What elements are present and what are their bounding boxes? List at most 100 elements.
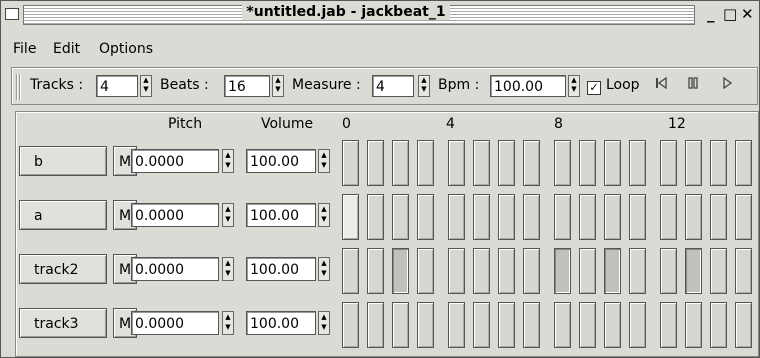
beat-step-15[interactable]: [735, 302, 752, 348]
beat-step-2[interactable]: [392, 248, 409, 294]
beat-step-10[interactable]: [604, 248, 621, 294]
beat-step-13[interactable]: [685, 302, 702, 348]
loop-checkbox[interactable]: ✓: [587, 81, 601, 95]
pitch-spinner[interactable]: ▲ ▼: [222, 203, 234, 227]
bpm-spinner[interactable]: ▲ ▼: [568, 75, 580, 97]
beat-step-6[interactable]: [498, 194, 515, 240]
beat-step-11[interactable]: [629, 302, 646, 348]
beat-step-2[interactable]: [392, 302, 409, 348]
beat-step-3[interactable]: [417, 194, 434, 240]
beat-step-4[interactable]: [448, 140, 465, 186]
beat-step-8[interactable]: [554, 140, 571, 186]
track-name-button[interactable]: b: [19, 146, 107, 176]
beat-step-5[interactable]: [473, 140, 490, 186]
beat-step-14[interactable]: [710, 302, 727, 348]
beat-step-1[interactable]: [367, 248, 384, 294]
beat-step-9[interactable]: [579, 140, 596, 186]
beat-step-5[interactable]: [473, 194, 490, 240]
measure-spinner[interactable]: ▲ ▼: [418, 75, 430, 97]
beat-step-6[interactable]: [498, 302, 515, 348]
beat-step-11[interactable]: [629, 140, 646, 186]
beat-step-6[interactable]: [498, 248, 515, 294]
beat-step-0[interactable]: [342, 194, 359, 240]
track-name-button[interactable]: track3: [19, 308, 107, 338]
beat-step-1[interactable]: [367, 194, 384, 240]
beats-input[interactable]: 16: [224, 75, 270, 97]
volume-spinner[interactable]: ▲ ▼: [318, 257, 330, 281]
volume-input[interactable]: 100.00: [246, 257, 316, 281]
beat-step-11[interactable]: [629, 248, 646, 294]
pitch-input[interactable]: 0.0000: [131, 149, 219, 173]
beat-step-4[interactable]: [448, 248, 465, 294]
pitch-input[interactable]: 0.0000: [131, 203, 219, 227]
beat-step-15[interactable]: [735, 194, 752, 240]
volume-spinner[interactable]: ▲ ▼: [318, 149, 330, 173]
volume-spinner[interactable]: ▲ ▼: [318, 311, 330, 335]
beat-step-2[interactable]: [392, 140, 409, 186]
beat-step-4[interactable]: [448, 302, 465, 348]
volume-input[interactable]: 100.00: [246, 203, 316, 227]
measure-input[interactable]: 4: [372, 75, 414, 97]
tracks-spinner[interactable]: ▲ ▼: [140, 75, 152, 97]
beat-step-13[interactable]: [685, 248, 702, 294]
toolbar-grip[interactable]: [16, 74, 22, 100]
beat-step-7[interactable]: [523, 194, 540, 240]
beat-step-8[interactable]: [554, 248, 571, 294]
beat-step-8[interactable]: [554, 194, 571, 240]
beat-step-12[interactable]: [660, 302, 677, 348]
bpm-input[interactable]: 100.00: [490, 75, 566, 97]
beat-step-4[interactable]: [448, 194, 465, 240]
beat-step-14[interactable]: [710, 248, 727, 294]
volume-input[interactable]: 100.00: [246, 149, 316, 173]
beat-step-14[interactable]: [710, 140, 727, 186]
play-icon[interactable]: [714, 75, 740, 99]
menu-file[interactable]: File: [13, 41, 36, 57]
beat-step-3[interactable]: [417, 248, 434, 294]
beat-step-15[interactable]: [735, 140, 752, 186]
beat-step-5[interactable]: [473, 302, 490, 348]
minimize-button[interactable]: _: [707, 5, 715, 23]
beat-step-2[interactable]: [392, 194, 409, 240]
close-button[interactable]: ✕: [741, 5, 754, 23]
pitch-spinner[interactable]: ▲ ▼: [222, 311, 234, 335]
beat-step-5[interactable]: [473, 248, 490, 294]
title-bar[interactable]: *untitled.jab - jackbeat_1 _ □ ✕: [1, 1, 759, 31]
pitch-input[interactable]: 0.0000: [131, 311, 219, 335]
beat-step-9[interactable]: [579, 302, 596, 348]
beat-step-1[interactable]: [367, 140, 384, 186]
pitch-input[interactable]: 0.0000: [131, 257, 219, 281]
beat-step-12[interactable]: [660, 194, 677, 240]
maximize-button[interactable]: □: [723, 5, 737, 23]
pitch-spinner[interactable]: ▲ ▼: [222, 257, 234, 281]
tracks-input[interactable]: 4: [96, 75, 138, 97]
beat-step-13[interactable]: [685, 140, 702, 186]
rewind-icon[interactable]: [648, 75, 674, 99]
beat-step-7[interactable]: [523, 248, 540, 294]
beat-step-12[interactable]: [660, 248, 677, 294]
beat-step-0[interactable]: [342, 302, 359, 348]
beat-step-14[interactable]: [710, 194, 727, 240]
beat-step-10[interactable]: [604, 302, 621, 348]
beat-step-7[interactable]: [523, 140, 540, 186]
beat-step-0[interactable]: [342, 248, 359, 294]
beats-spinner[interactable]: ▲ ▼: [272, 75, 284, 97]
beat-step-11[interactable]: [629, 194, 646, 240]
pitch-spinner[interactable]: ▲ ▼: [222, 149, 234, 173]
beat-step-1[interactable]: [367, 302, 384, 348]
beat-step-7[interactable]: [523, 302, 540, 348]
beat-step-15[interactable]: [735, 248, 752, 294]
track-name-button[interactable]: track2: [19, 254, 107, 284]
beat-step-8[interactable]: [554, 302, 571, 348]
beat-step-0[interactable]: [342, 140, 359, 186]
beat-step-10[interactable]: [604, 194, 621, 240]
pause-icon[interactable]: [680, 75, 706, 99]
volume-input[interactable]: 100.00: [246, 311, 316, 335]
menu-edit[interactable]: Edit: [53, 41, 80, 57]
beat-step-10[interactable]: [604, 140, 621, 186]
volume-spinner[interactable]: ▲ ▼: [318, 203, 330, 227]
beat-step-3[interactable]: [417, 140, 434, 186]
beat-step-6[interactable]: [498, 140, 515, 186]
track-name-button[interactable]: a: [19, 200, 107, 230]
beat-step-3[interactable]: [417, 302, 434, 348]
beat-step-13[interactable]: [685, 194, 702, 240]
